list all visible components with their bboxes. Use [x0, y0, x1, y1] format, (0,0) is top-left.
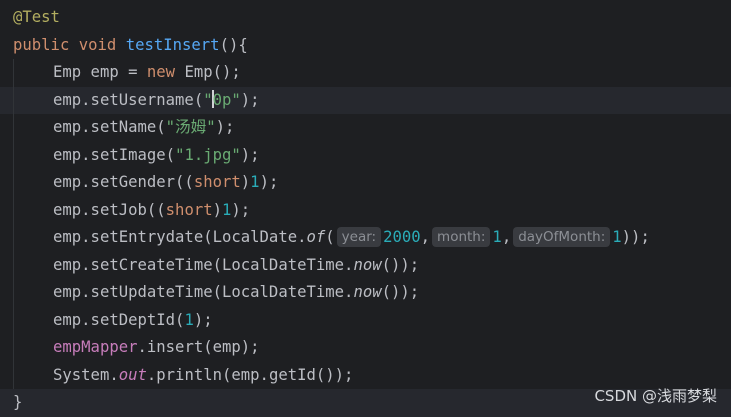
keyword-public: public: [13, 35, 70, 54]
indent-guide: [13, 334, 14, 362]
indent-guide: [13, 141, 14, 169]
keyword-short: short: [193, 173, 241, 191]
param-hint-year: year:: [336, 227, 382, 247]
keyword-short: short: [165, 200, 213, 219]
signature-tail: (){: [219, 35, 248, 54]
set-username-call: emp.setUsername(: [53, 90, 204, 109]
set-gender-close: );: [259, 173, 279, 191]
deptid-number: 1: [184, 310, 194, 329]
code-editor[interactable]: @Test public void testInsert(){ Emp emp …: [0, 0, 731, 417]
open-paren: (: [325, 228, 335, 246]
emp-ctor: Emp();: [175, 63, 241, 81]
set-entrydate-close: ));: [621, 228, 650, 246]
code-line-set-username[interactable]: emp.setUsername("0p");: [0, 86, 731, 114]
set-updatetime-close: ());: [381, 283, 420, 301]
emp-decl: Emp emp =: [53, 63, 147, 81]
method-now: now: [353, 283, 382, 301]
indent-guide: [13, 361, 14, 389]
day-number: 1: [612, 228, 622, 246]
code-line-set-name[interactable]: emp.setName("汤姆");: [0, 114, 731, 142]
name-string: "汤姆": [165, 118, 216, 136]
indent-guide: [13, 251, 14, 279]
username-string: 0p": [212, 90, 241, 109]
code-line-set-job[interactable]: emp.setJob((short)1);: [0, 196, 731, 224]
cast-close: ): [212, 200, 223, 219]
insert-call: .insert(emp);: [137, 338, 260, 356]
indent-guide: [13, 114, 14, 142]
code-line-set-image[interactable]: emp.setImage("1.jpg");: [0, 141, 731, 169]
method-now: now: [353, 255, 382, 274]
cast-close: ): [240, 173, 251, 191]
closing-brace: }: [13, 393, 23, 411]
set-entrydate-call: emp.setEntrydate(LocalDate.: [53, 228, 307, 246]
arg-separator: ,: [501, 228, 512, 246]
println-call: .println(emp.getId());: [146, 365, 354, 384]
set-job-close: );: [231, 200, 251, 219]
param-hint-month: month:: [432, 227, 491, 247]
code-line-set-entrydate[interactable]: emp.setEntrydate(LocalDate.of(year: 2000,…: [0, 224, 731, 252]
keyword-new: new: [146, 63, 176, 81]
code-line-method-signature[interactable]: public void testInsert(){: [0, 32, 731, 60]
system-class: System.: [53, 365, 119, 384]
method-of: of: [306, 228, 326, 246]
keyword-void: void: [78, 35, 117, 54]
set-job-call: emp.setJob((: [53, 200, 166, 219]
out-field: out: [118, 365, 147, 384]
indent-guide: [13, 169, 14, 197]
set-name-call: emp.setName(: [53, 118, 166, 136]
set-username-close: );: [240, 90, 260, 109]
indent-guide: [13, 224, 14, 252]
code-line-annotation[interactable]: @Test: [0, 4, 731, 32]
test-annotation: @Test: [13, 8, 60, 26]
month-number: 1: [492, 228, 502, 246]
code-line-new-emp[interactable]: Emp emp = new Emp();: [0, 59, 731, 87]
set-name-close: );: [215, 118, 235, 136]
set-createtime-call: emp.setCreateTime(LocalDateTime.: [53, 255, 354, 274]
year-number: 2000: [383, 228, 421, 246]
code-line-insert[interactable]: empMapper.insert(emp);: [0, 334, 731, 362]
gender-number: 1: [250, 173, 260, 191]
param-hint-day-of-month: dayOfMonth:: [513, 227, 611, 247]
code-line-set-updatetime[interactable]: emp.setUpdateTime(LocalDateTime.now());: [0, 279, 731, 307]
code-line-set-createtime[interactable]: emp.setCreateTime(LocalDateTime.now());: [0, 251, 731, 279]
indent-guide: [13, 86, 14, 114]
indent-guide: [13, 306, 14, 334]
set-deptid-call: emp.setDeptId(: [53, 310, 185, 329]
indent-guide: [13, 59, 14, 87]
method-name: testInsert: [125, 35, 220, 54]
set-createtime-close: ());: [381, 255, 420, 274]
indent-guide: [13, 196, 14, 224]
set-image-call: emp.setImage(: [53, 145, 176, 164]
set-image-close: );: [240, 145, 260, 164]
csdn-watermark: CSDN @浅雨梦梨: [594, 387, 717, 405]
arg-separator: ,: [420, 228, 431, 246]
code-line-set-deptid[interactable]: emp.setDeptId(1);: [0, 306, 731, 334]
set-deptid-close: );: [193, 310, 213, 329]
indent-guide: [13, 279, 14, 307]
set-gender-call: emp.setGender((: [53, 173, 194, 191]
job-number: 1: [222, 200, 232, 219]
emp-mapper-field: empMapper: [53, 338, 138, 356]
code-line-set-gender[interactable]: emp.setGender((short)1);: [0, 169, 731, 197]
image-string: "1.jpg": [175, 145, 241, 164]
set-updatetime-call: emp.setUpdateTime(LocalDateTime.: [53, 283, 354, 301]
